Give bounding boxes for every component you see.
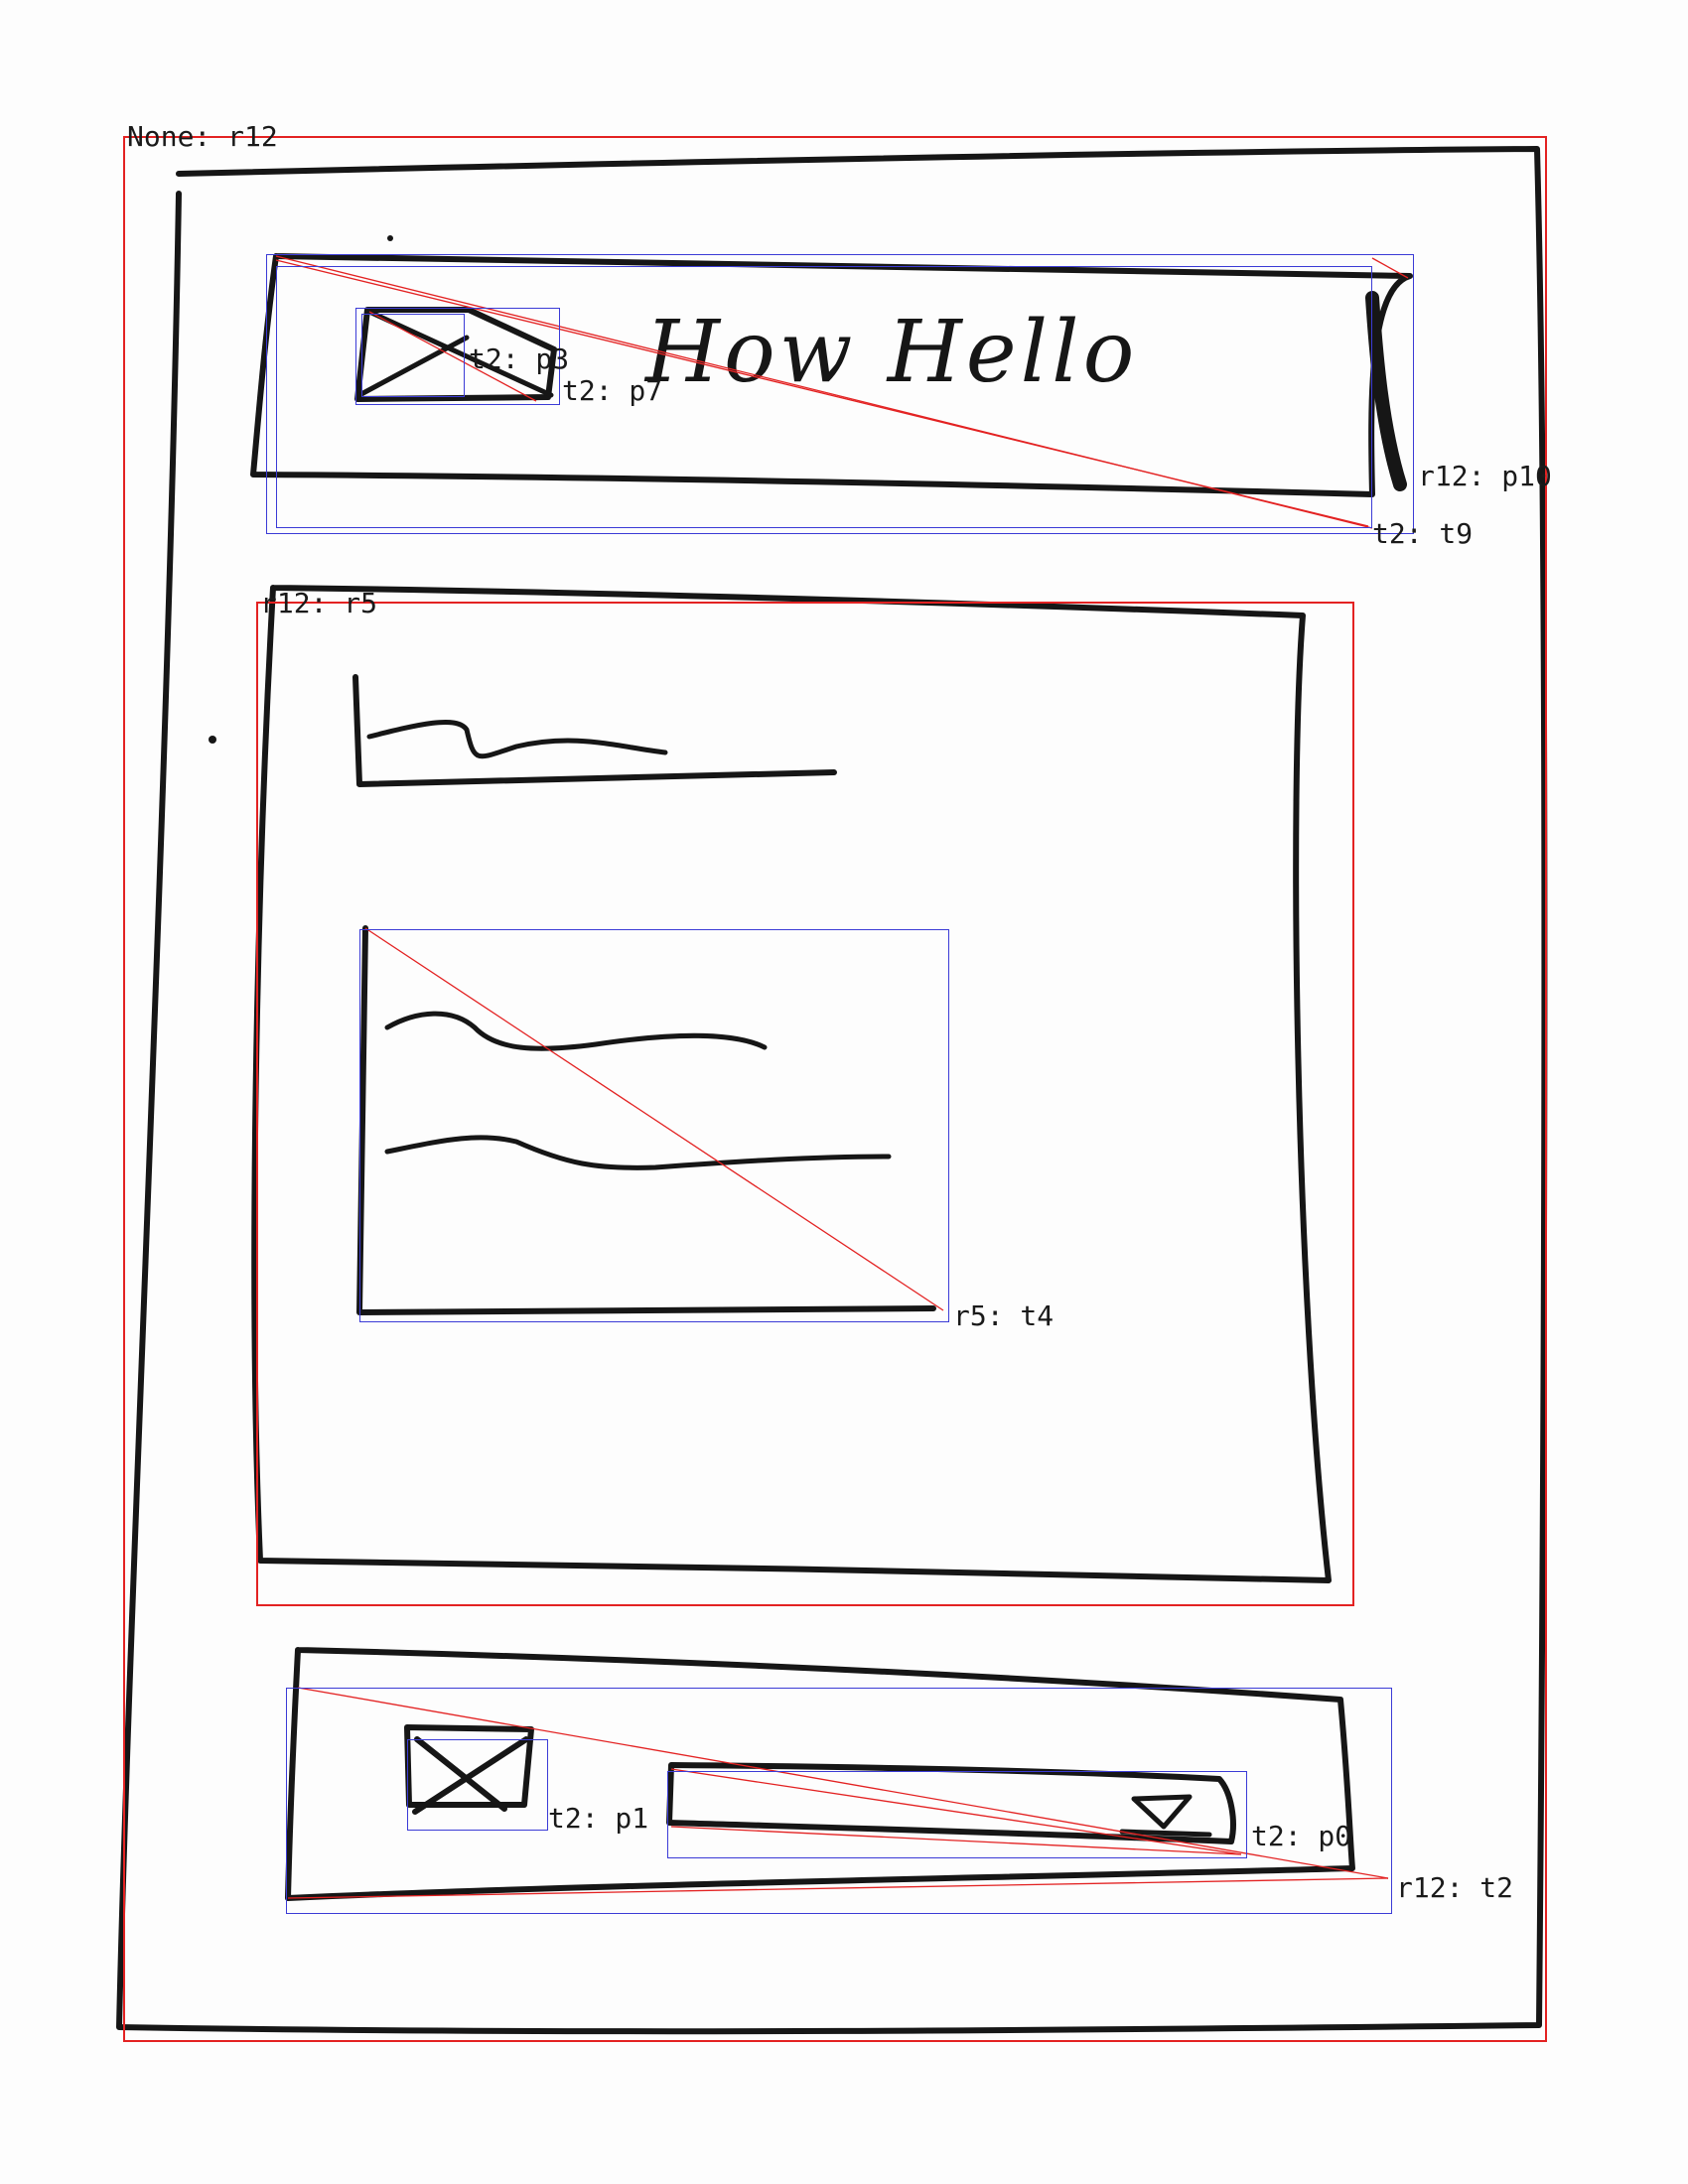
footer-icon-label: t2: p1 [548,1802,649,1835]
content-card[interactable] [361,931,947,1320]
footer-icon-button[interactable] [409,1741,546,1829]
sketch-page: How Hello None: r12 r12: p10 t2: t9 t2: … [0,0,1688,2184]
header-icon-outer-label: t2: p7 [562,374,663,407]
header-right-edge [1365,291,1407,491]
footer-dropdown-arrow-icon[interactable] [1128,1793,1197,1837]
header-icon-button[interactable] [357,310,556,403]
content-panel-label: r12: r5 [260,587,378,619]
content-card-label: r5: t4 [953,1299,1055,1332]
ink-dot [209,736,216,744]
mini-chart-axis [352,674,837,787]
mini-chart-line [366,719,668,759]
header-title: How Hello [645,303,1139,402]
header-bar-label: t2: t9 [1372,517,1474,550]
header-container-label: r12: p10 [1418,460,1552,492]
footer-bar-label: r12: t2 [1396,1871,1514,1904]
ink-dot [387,235,393,241]
footer-dropdown-label: t2: p0 [1251,1820,1352,1852]
root-annotation-label: None: r12 [127,120,278,153]
